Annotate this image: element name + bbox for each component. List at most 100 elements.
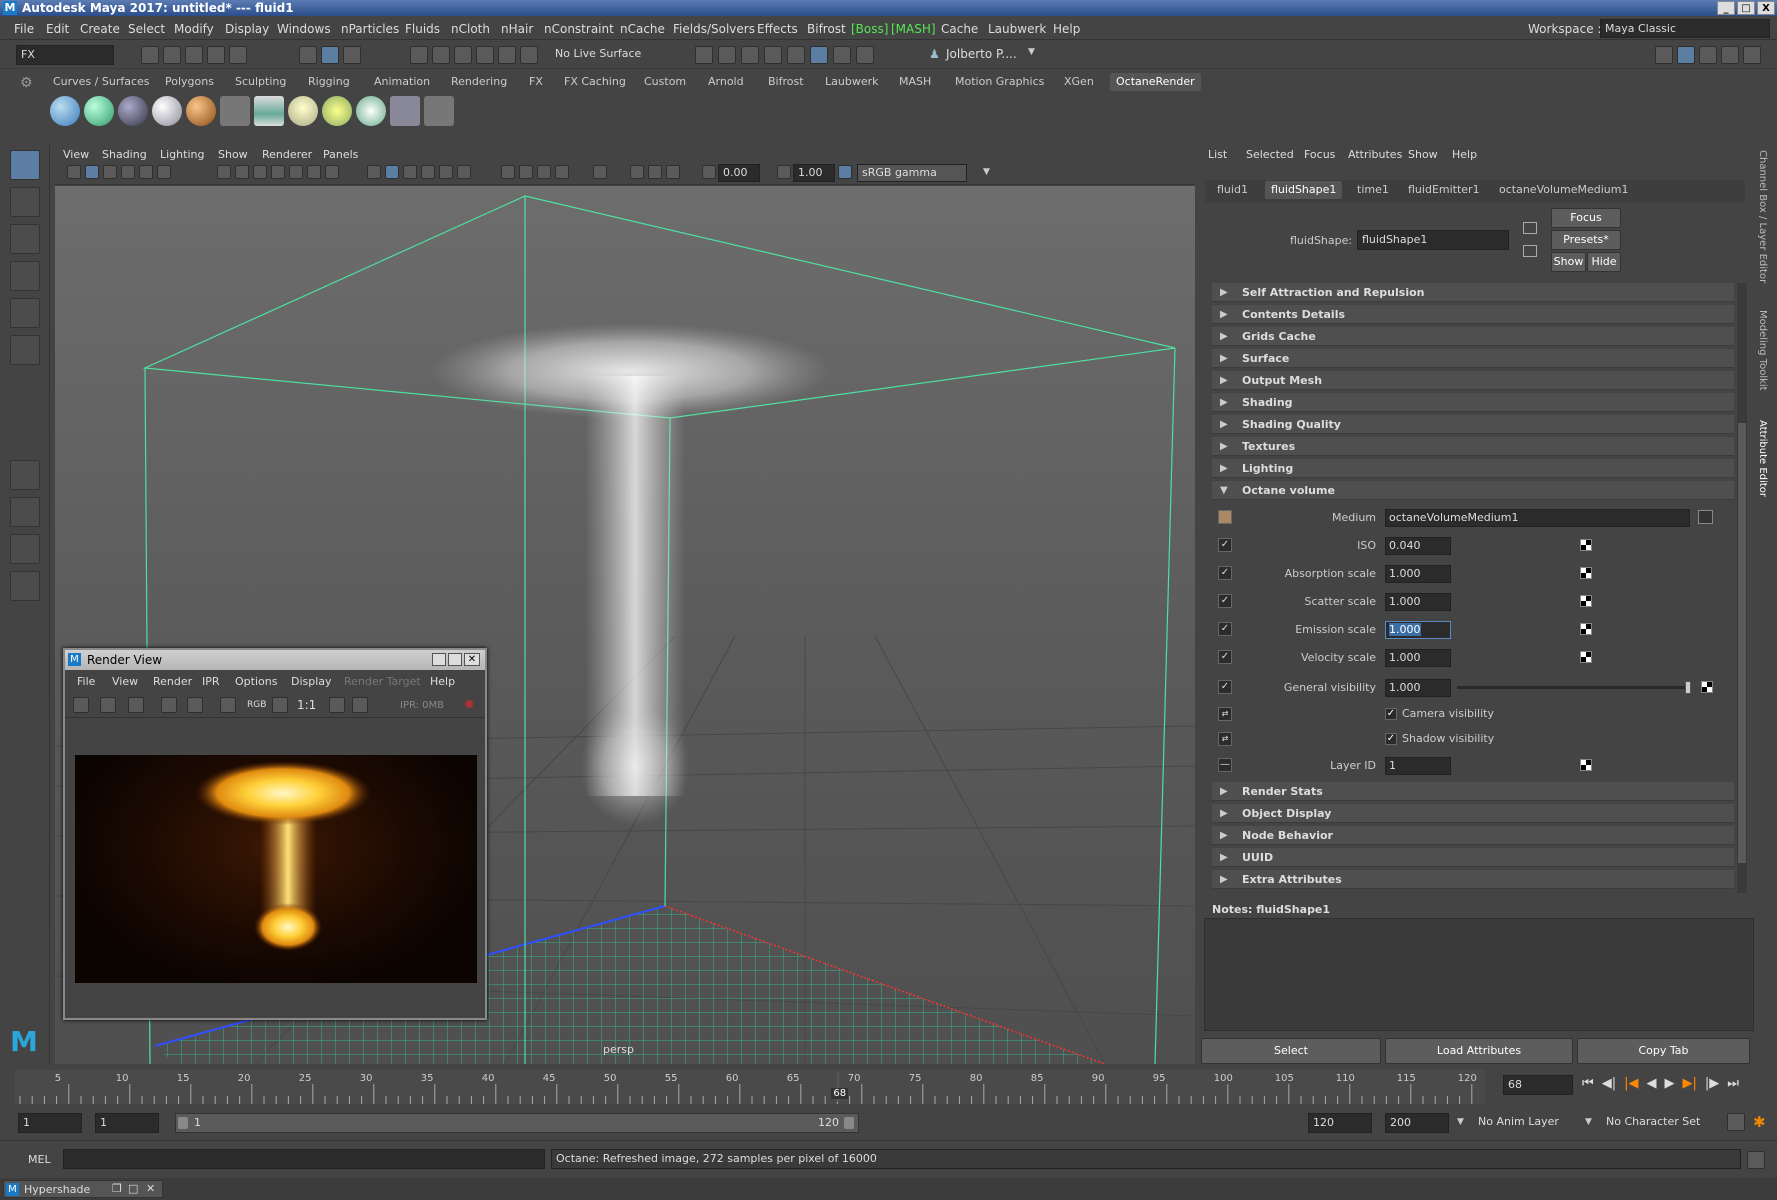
section-shading-quality[interactable]: ▶ Shading Quality [1212, 415, 1734, 434]
paint-select-tool-icon[interactable] [10, 224, 40, 254]
side-tab-channel-box[interactable]: Channel Box / Layer Editor [1757, 150, 1768, 283]
rv-menu-options[interactable]: Options [235, 675, 277, 688]
menu-fields-solvers[interactable]: Fields/Solvers [673, 22, 755, 36]
section-render-stats[interactable]: ▶ Render Stats [1212, 782, 1734, 801]
menuset-dropdown[interactable]: FX [16, 45, 114, 65]
rv-menu-render[interactable]: Render [153, 675, 192, 688]
copy-tab-button[interactable]: Copy Tab [1577, 1038, 1750, 1064]
shadow-visibility-checkbox[interactable]: ✓ [1385, 733, 1397, 745]
visibility-map-icon[interactable] [1701, 681, 1713, 693]
textured-icon[interactable] [421, 165, 435, 179]
render-frame-icon[interactable] [695, 46, 713, 64]
select-object-icon[interactable] [321, 46, 339, 64]
camera-visibility-checkbox[interactable]: ✓ [1385, 708, 1397, 720]
range-start-handle[interactable] [178, 1117, 188, 1129]
resolution-gate-icon[interactable] [253, 165, 267, 179]
iso-keyable-icon[interactable]: ✓ [1218, 538, 1232, 552]
undo-icon[interactable] [207, 46, 225, 64]
ae-tab-fluid1[interactable]: fluid1 [1217, 183, 1248, 196]
rv-menu-help[interactable]: Help [430, 675, 455, 688]
rotate-tool-icon[interactable] [10, 298, 40, 328]
isolate-select-icon[interactable] [593, 165, 607, 179]
select-button[interactable]: Select [1201, 1038, 1381, 1064]
current-frame-field[interactable]: 68 [1503, 1075, 1573, 1095]
maximize-icon[interactable]: □ [128, 1182, 138, 1195]
chevron-down-icon[interactable]: ▼ [983, 167, 990, 177]
minimize-button[interactable]: _ [1717, 1, 1735, 15]
xray-active-icon[interactable] [648, 165, 662, 179]
render-setup-icon[interactable] [810, 46, 828, 64]
section-grids-cache[interactable]: ▶ Grids Cache [1212, 327, 1734, 346]
ae-menu-show[interactable]: Show [1408, 148, 1438, 161]
close-icon[interactable]: ✕ [464, 653, 480, 666]
play-backwards-icon[interactable]: ◀ [1646, 1076, 1656, 1091]
vp-menu-view[interactable]: View [63, 148, 89, 161]
color-management-icon[interactable] [838, 165, 852, 179]
vp-menu-show[interactable]: Show [218, 148, 248, 161]
menu-windows[interactable]: Windows [277, 22, 331, 36]
use-all-lights-icon[interactable] [439, 165, 453, 179]
exposure-field[interactable]: 0.00 [718, 164, 760, 182]
octane-camera-icon[interactable] [220, 96, 250, 126]
octane-settings-icon[interactable] [118, 96, 148, 126]
scatter-scale-field[interactable]: 1.000 [1385, 593, 1451, 611]
ae-tab-fluidshape1[interactable]: fluidShape1 [1265, 181, 1343, 199]
go-to-start-icon[interactable]: ⏮ [1582, 1076, 1594, 1091]
menu-fluids[interactable]: Fluids [405, 22, 440, 36]
chevron-down-icon[interactable]: ▼ [1457, 1117, 1464, 1127]
bookmark-icon[interactable] [103, 165, 117, 179]
absorption-scale-field[interactable]: 1.000 [1385, 565, 1451, 583]
menu-ncloth[interactable]: nCloth [451, 22, 490, 36]
film-gate-icon[interactable] [235, 165, 249, 179]
section-lighting[interactable]: ▶ Lighting [1212, 459, 1734, 478]
layer-id-field[interactable]: 1 [1385, 757, 1451, 775]
depth-of-field-icon[interactable] [555, 165, 569, 179]
chevron-down-icon[interactable]: ▼ [1585, 1117, 1592, 1127]
menu-create[interactable]: Create [80, 22, 120, 36]
outliner-toggle-icon[interactable] [1743, 46, 1761, 64]
minimize-icon[interactable] [432, 653, 446, 666]
snap-center-icon[interactable] [520, 46, 538, 64]
outliner-layout-icon[interactable] [10, 571, 40, 601]
presets-button[interactable]: Presets* [1551, 230, 1621, 250]
rv-menu-display[interactable]: Display [291, 675, 332, 688]
layer-id-keyable-icon[interactable]: — [1218, 758, 1232, 772]
hypershade-minimized[interactable]: M Hypershade ❐ □ ✕ [3, 1180, 163, 1198]
section-output-mesh[interactable]: ▶ Output Mesh [1212, 371, 1734, 390]
step-forward-key-icon[interactable]: ▶| [1682, 1076, 1696, 1091]
attribute-editor-scrollbar[interactable] [1737, 283, 1747, 893]
show-button[interactable]: Show [1551, 252, 1586, 272]
octane-texture-icon[interactable] [186, 96, 216, 126]
section-octane-volume[interactable]: ▼ Octane volume [1212, 481, 1734, 500]
section-node-behavior[interactable]: ▶ Node Behavior [1212, 826, 1734, 845]
menu-nparticles[interactable]: nParticles [341, 22, 399, 36]
motion-blur-icon[interactable] [519, 165, 533, 179]
menu-edit[interactable]: Edit [46, 22, 69, 36]
ae-tab-octanevolumemedium1[interactable]: octaneVolumeMedium1 [1499, 183, 1628, 196]
wireframe-on-shaded-icon[interactable] [403, 165, 417, 179]
scatter-map-icon[interactable] [1580, 595, 1592, 607]
field-chart-icon[interactable] [289, 165, 303, 179]
camera-select-icon[interactable] [67, 165, 81, 179]
ae-menu-list[interactable]: List [1208, 148, 1227, 161]
render-view-titlebar[interactable]: M Render View ✕ [65, 650, 485, 670]
anti-aliasing-icon[interactable] [537, 165, 551, 179]
safe-action-icon[interactable] [307, 165, 321, 179]
play-forwards-icon[interactable]: ▶ [1664, 1076, 1674, 1091]
grease-pencil-icon[interactable] [157, 165, 171, 179]
camera-attributes-icon[interactable] [85, 165, 99, 179]
save-scene-icon[interactable] [185, 46, 203, 64]
mel-input[interactable] [63, 1149, 545, 1169]
range-end-handle[interactable] [844, 1117, 854, 1129]
move-tool-icon[interactable] [10, 261, 40, 291]
gamma-icon[interactable] [777, 165, 791, 179]
octane-material-icon[interactable] [152, 96, 182, 126]
menu-file[interactable]: File [14, 22, 34, 36]
velocity-map-icon[interactable] [1580, 651, 1592, 663]
visibility-keyable-icon[interactable]: ✓ [1218, 680, 1232, 694]
menu-mash[interactable]: [MASH] [891, 22, 936, 36]
section-surface[interactable]: ▶ Surface [1212, 349, 1734, 368]
menu-cache[interactable]: Cache [941, 22, 978, 36]
keep-image-icon[interactable] [329, 697, 345, 713]
menu-select[interactable]: Select [128, 22, 165, 36]
